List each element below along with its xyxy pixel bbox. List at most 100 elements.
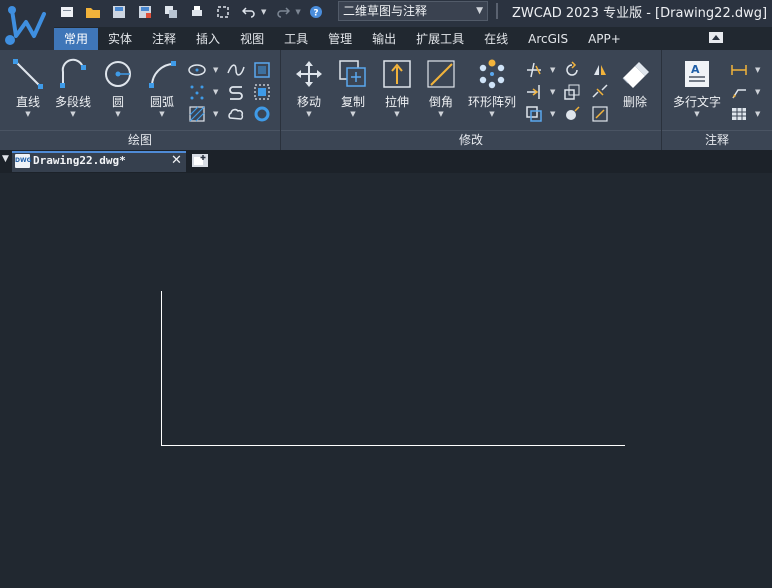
- new-drawing-tab-button[interactable]: [192, 154, 208, 167]
- chamfer-tool-button[interactable]: 倒角 ▼: [425, 58, 457, 118]
- tab-7[interactable]: 输出: [362, 28, 406, 50]
- polar-array-tool-button[interactable]: 环形阵列 ▼: [467, 58, 517, 118]
- point-icon[interactable]: [188, 83, 206, 101]
- tab-0[interactable]: 常用: [54, 28, 99, 50]
- chevron-down-icon: ▼: [694, 110, 700, 118]
- ribbon-tabs: 常用 实体 注释 插入 视图 工具 管理 输出 扩展工具 在线 ArcGIS APP+: [54, 28, 631, 50]
- scale-icon[interactable]: [563, 83, 581, 101]
- polar-array-tool-label: 环形阵列: [467, 95, 516, 109]
- hatch-icon[interactable]: [188, 105, 206, 123]
- draw-panel-title[interactable]: 绘图: [0, 131, 280, 149]
- chevron-down-icon: ▼: [489, 110, 495, 118]
- chevron-down-icon: ▼: [438, 110, 444, 118]
- chevron-down-icon[interactable]: ▼: [213, 88, 218, 96]
- tab-4[interactable]: 视图: [230, 28, 274, 50]
- circle-tool-button[interactable]: 圆 ▼: [100, 58, 136, 118]
- chevron-down-icon[interactable]: ▼: [213, 66, 218, 74]
- window-title: ZWCAD 2023 专业版 - [Drawing22.dwg]: [512, 6, 768, 21]
- undo-dropdown-icon[interactable]: ▼: [261, 8, 266, 16]
- open-icon[interactable]: [84, 3, 102, 21]
- rectangle-icon[interactable]: [253, 61, 271, 79]
- region-icon[interactable]: [253, 83, 271, 101]
- workspace-select[interactable]: 二维草图与注释 ▼: [338, 1, 488, 21]
- modify-panel-title[interactable]: 修改: [281, 131, 661, 149]
- new-icon[interactable]: [58, 3, 76, 21]
- spline-icon[interactable]: [227, 61, 245, 79]
- rotate-icon[interactable]: [563, 61, 581, 79]
- tab-1[interactable]: 实体: [98, 28, 142, 50]
- circle-tool-label: 圆: [111, 95, 124, 109]
- mtext-tool-button[interactable]: A 多行文字 ▼: [670, 58, 724, 118]
- redo-dropdown-icon[interactable]: ▼: [295, 8, 300, 16]
- tab-list-dropdown-icon[interactable]: ▼: [2, 154, 9, 164]
- fillet-icon[interactable]: [591, 105, 609, 123]
- chevron-down-icon[interactable]: ▼: [213, 110, 218, 118]
- eraser-icon: [622, 62, 649, 88]
- move-tool-label: 移动: [296, 95, 321, 109]
- mtext-tool-label: 多行文字: [672, 95, 721, 109]
- table-icon[interactable]: [730, 105, 748, 123]
- arc-icon: [149, 61, 176, 88]
- mtext-icon: A: [685, 61, 709, 87]
- copy-tool-button[interactable]: 复制 ▼: [337, 58, 369, 118]
- offset-icon[interactable]: [525, 105, 543, 123]
- chevron-down-icon: ▼: [115, 110, 121, 118]
- drawing-canvas[interactable]: [0, 173, 772, 588]
- zwcad-logo-icon[interactable]: [0, 0, 54, 50]
- erase-tool-button[interactable]: 删除: [617, 58, 653, 110]
- chevron-down-icon[interactable]: ▼: [550, 66, 555, 74]
- tab-9[interactable]: 在线: [474, 28, 518, 50]
- document-tab-label: Drawing22.dwg*: [33, 154, 126, 167]
- quick-access-toolbar: ▼ ▼ ?: [58, 3, 325, 21]
- ellipse-icon[interactable]: [188, 61, 206, 79]
- stretch-tool-button[interactable]: 拉伸 ▼: [381, 58, 413, 118]
- tab-5[interactable]: 工具: [274, 28, 318, 50]
- redo-icon[interactable]: [274, 3, 292, 21]
- copy-icon: [339, 60, 366, 87]
- extend-icon[interactable]: [525, 83, 543, 101]
- leader-icon[interactable]: [730, 83, 748, 101]
- zoom-extents-icon[interactable]: [214, 3, 232, 21]
- erase-tool-label: 删除: [622, 95, 647, 109]
- undo-icon[interactable]: [240, 3, 258, 21]
- drawing-geometry: [161, 291, 625, 446]
- tab-3[interactable]: 插入: [186, 28, 230, 50]
- ribbon-minimize-button[interactable]: [709, 32, 723, 43]
- line-tool-button[interactable]: 直线 ▼: [10, 58, 46, 118]
- tab-8[interactable]: 扩展工具: [406, 28, 474, 50]
- arc-tool-label: 圆弧: [149, 95, 174, 109]
- chevron-down-icon[interactable]: ▼: [755, 66, 760, 74]
- break-icon[interactable]: [591, 83, 609, 101]
- print-icon[interactable]: [188, 3, 206, 21]
- svg-text:?: ?: [313, 9, 318, 19]
- tab-10[interactable]: ArcGIS: [518, 28, 578, 50]
- move-tool-button[interactable]: 移动 ▼: [293, 58, 325, 118]
- revision-cloud-icon[interactable]: [227, 105, 245, 123]
- chevron-down-icon: ▼: [394, 110, 400, 118]
- tab-2[interactable]: 注释: [142, 28, 186, 50]
- line-tool-label: 直线: [15, 95, 40, 109]
- chevron-down-icon: ▼: [350, 110, 356, 118]
- linear-dimension-icon[interactable]: [730, 61, 748, 79]
- explode-icon[interactable]: [563, 105, 581, 123]
- batch-plot-icon[interactable]: [162, 3, 180, 21]
- annotate-panel-title[interactable]: 注释: [662, 131, 772, 149]
- donut-icon[interactable]: [253, 105, 271, 123]
- chevron-down-icon[interactable]: ▼: [755, 110, 760, 118]
- tab-11[interactable]: APP+: [578, 28, 631, 50]
- polyline-tool-button[interactable]: 多段线 ▼: [53, 58, 93, 118]
- arc-tool-button[interactable]: 圆弧 ▼: [144, 58, 180, 118]
- mirror-icon[interactable]: [591, 61, 609, 79]
- chevron-down-icon[interactable]: ▼: [550, 110, 555, 118]
- help-icon[interactable]: ?: [307, 3, 325, 21]
- close-icon[interactable]: ✕: [171, 153, 182, 168]
- chevron-down-icon[interactable]: ▼: [550, 88, 555, 96]
- tab-6[interactable]: 管理: [318, 28, 362, 50]
- chamfer-tool-label: 倒角: [428, 95, 453, 109]
- trim-icon[interactable]: [525, 61, 543, 79]
- save-icon[interactable]: [110, 3, 128, 21]
- revision-s-icon[interactable]: [227, 83, 245, 101]
- chevron-down-icon[interactable]: ▼: [755, 88, 760, 96]
- polyline-entity: [161, 291, 625, 446]
- save-as-icon[interactable]: [136, 3, 154, 21]
